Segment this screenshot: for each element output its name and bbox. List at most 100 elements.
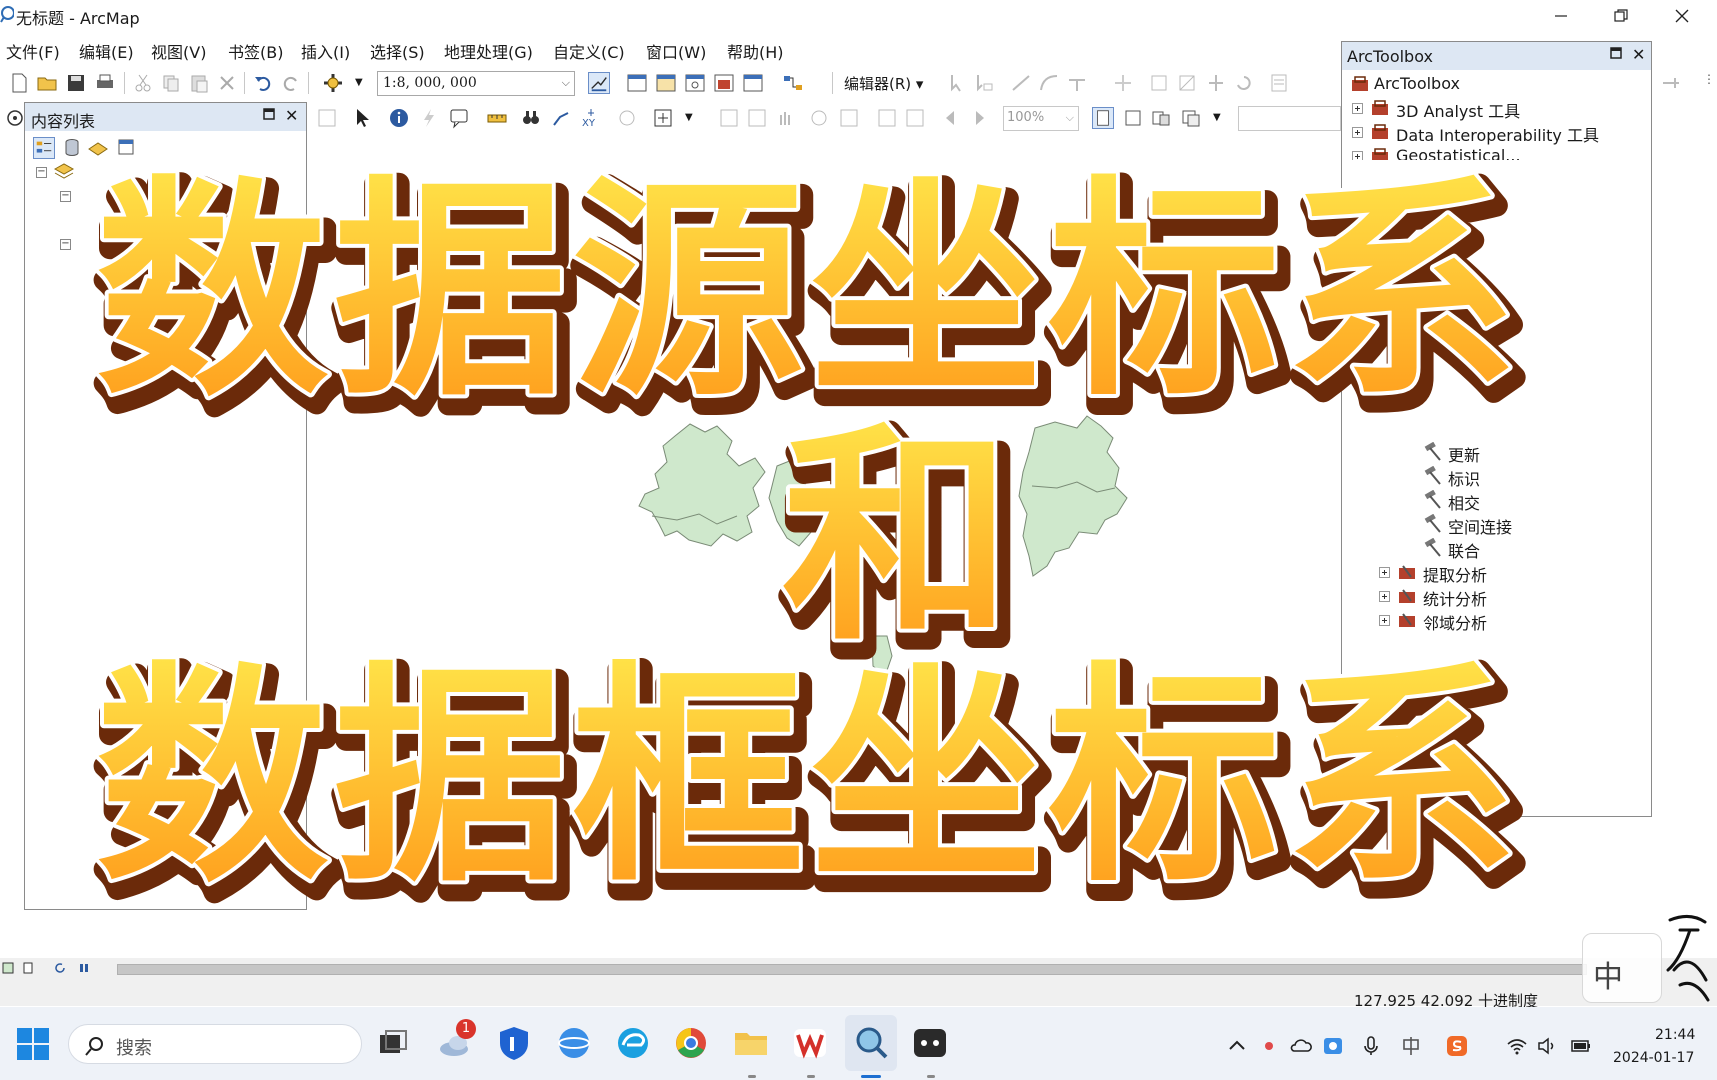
fixed-zoom-out-icon[interactable] bbox=[904, 107, 926, 129]
collapse-legend-button[interactable]: − bbox=[60, 239, 71, 250]
clock-date[interactable]: 2024-01-17 bbox=[1613, 1050, 1694, 1066]
redo-icon[interactable] bbox=[280, 72, 302, 94]
minimize-button[interactable] bbox=[1538, 2, 1584, 30]
change-layout-icon[interactable] bbox=[1150, 107, 1172, 129]
print-icon[interactable] bbox=[94, 72, 116, 94]
search-window-icon[interactable] bbox=[684, 72, 706, 94]
previous-extent-icon[interactable] bbox=[940, 107, 962, 129]
zoom-in-pin-icon[interactable] bbox=[4, 107, 26, 129]
hyperlink-icon[interactable] bbox=[418, 107, 440, 129]
edge-icon[interactable] bbox=[613, 1023, 653, 1063]
tool-intersect[interactable]: 相交 bbox=[1422, 490, 1622, 513]
data-driven-pages-icon[interactable] bbox=[1180, 107, 1202, 129]
file-explorer-icon[interactable] bbox=[731, 1023, 771, 1063]
expand-icon[interactable] bbox=[1352, 103, 1363, 114]
task-view-icon[interactable] bbox=[374, 1023, 414, 1063]
menu-customize[interactable]: 自定义(C) bbox=[553, 39, 625, 63]
input-method-icon[interactable] bbox=[1400, 1035, 1422, 1057]
attributes-icon[interactable] bbox=[1268, 72, 1290, 94]
menu-selection[interactable]: 选择(S) bbox=[370, 39, 425, 63]
app-tray-icon[interactable] bbox=[1322, 1035, 1344, 1057]
arc-segment-icon[interactable] bbox=[1038, 72, 1060, 94]
modelbuilder-icon[interactable] bbox=[782, 72, 804, 94]
add-data-icon[interactable] bbox=[322, 72, 344, 94]
split-icon[interactable] bbox=[1205, 72, 1227, 94]
toolset-statistics[interactable]: 统计分析 bbox=[1379, 586, 1629, 609]
screen-recorder-icon[interactable] bbox=[910, 1023, 950, 1063]
taskbar-search-box[interactable]: 搜索 bbox=[68, 1024, 362, 1064]
wps-icon[interactable] bbox=[790, 1023, 830, 1063]
menu-view[interactable]: 视图(V) bbox=[151, 39, 206, 63]
close-icon[interactable]: ✕ bbox=[1632, 45, 1645, 64]
onedrive-icon[interactable] bbox=[1290, 1035, 1312, 1057]
collapse-layers-button[interactable]: − bbox=[36, 167, 47, 178]
data-view-icon[interactable] bbox=[2, 962, 14, 974]
close-icon[interactable]: ✕ bbox=[285, 106, 298, 125]
select-elements-icon[interactable] bbox=[316, 107, 338, 129]
paste-icon[interactable] bbox=[188, 72, 210, 94]
chevron-up-icon[interactable] bbox=[1226, 1035, 1248, 1057]
measure-icon[interactable] bbox=[486, 107, 508, 129]
zoom-100-icon[interactable] bbox=[838, 107, 860, 129]
html-popup-icon[interactable] bbox=[448, 107, 470, 129]
add-data-dropdown-arrow[interactable]: ▼ bbox=[355, 77, 363, 88]
copy-icon[interactable] bbox=[160, 72, 182, 94]
toc-window-icon[interactable] bbox=[626, 72, 648, 94]
open-folder-icon[interactable] bbox=[36, 72, 58, 94]
editor-menu[interactable]: 编辑器(R) ▾ bbox=[844, 73, 923, 94]
layout-view-icon[interactable] bbox=[22, 962, 34, 974]
list-by-source-icon[interactable] bbox=[61, 137, 83, 159]
tool-union[interactable]: 联合 bbox=[1422, 538, 1622, 561]
expand-icon[interactable] bbox=[1352, 127, 1363, 138]
menu-file[interactable]: 文件(F) bbox=[6, 39, 60, 63]
focus-data-frame-icon[interactable] bbox=[1122, 107, 1144, 129]
toolbar-combo-empty[interactable] bbox=[1238, 106, 1341, 131]
collapse-layer-button[interactable]: − bbox=[60, 191, 71, 202]
toolbox-root-item[interactable]: ArcToolbox bbox=[1350, 74, 1640, 96]
time-slider-icon[interactable] bbox=[616, 107, 638, 129]
menu-insert[interactable]: 插入(I) bbox=[301, 39, 350, 63]
tool-spatial-join[interactable]: 空间连接 bbox=[1422, 514, 1622, 537]
new-document-icon[interactable] bbox=[8, 72, 30, 94]
expand-icon[interactable] bbox=[1379, 591, 1390, 602]
list-by-drawing-order-icon[interactable] bbox=[33, 137, 55, 159]
toolbox-item-3d-analyst[interactable]: 3D Analyst 工具 bbox=[1352, 98, 1642, 121]
layout-zoom-out-icon[interactable] bbox=[746, 107, 768, 129]
chrome-icon[interactable] bbox=[671, 1023, 711, 1063]
toggle-draft-mode-icon[interactable] bbox=[1092, 107, 1114, 129]
save-icon[interactable] bbox=[65, 72, 87, 94]
layout-pan-icon[interactable] bbox=[774, 107, 796, 129]
menu-help[interactable]: 帮助(H) bbox=[727, 39, 784, 63]
microphone-icon[interactable] bbox=[1360, 1035, 1382, 1057]
restore-button[interactable] bbox=[1598, 2, 1644, 30]
tool-identity[interactable]: 标识 bbox=[1422, 466, 1622, 489]
map-scale-combo[interactable]: 1:8, 000, 000 ⌵ bbox=[377, 71, 575, 96]
menu-bookmarks[interactable]: 书签(B) bbox=[228, 39, 283, 63]
trace-icon[interactable] bbox=[1066, 72, 1088, 94]
volume-icon[interactable] bbox=[1536, 1035, 1558, 1057]
wifi-icon[interactable] bbox=[1506, 1035, 1528, 1057]
create-viewer-icon[interactable] bbox=[652, 107, 674, 129]
select-pointer-icon[interactable] bbox=[352, 107, 374, 129]
windows-start-icon[interactable] bbox=[16, 1027, 50, 1061]
layout-zoom-in-icon[interactable] bbox=[718, 107, 740, 129]
float-window-icon[interactable] bbox=[263, 108, 275, 120]
sogou-icon[interactable] bbox=[1446, 1035, 1468, 1057]
identify-icon[interactable] bbox=[388, 107, 410, 129]
edit-tool-icon[interactable] bbox=[946, 72, 968, 94]
edit-annotation-icon[interactable] bbox=[974, 72, 996, 94]
browser-icon[interactable] bbox=[554, 1023, 594, 1063]
layout-dropdown-arrow[interactable]: ▼ bbox=[1213, 112, 1221, 123]
python-window-icon[interactable] bbox=[742, 72, 764, 94]
menu-geoprocessing[interactable]: 地理处理(G) bbox=[444, 39, 533, 63]
refresh-icon[interactable] bbox=[54, 962, 66, 974]
recording-dot-icon[interactable] bbox=[1258, 1035, 1280, 1057]
go-to-xy-icon[interactable]: XY bbox=[580, 107, 602, 129]
straight-segment-icon[interactable] bbox=[1010, 72, 1032, 94]
toolbar-overflow-icon[interactable]: ⋮ bbox=[1703, 72, 1715, 86]
arcmap-taskbar-icon[interactable] bbox=[851, 1023, 891, 1063]
close-button[interactable] bbox=[1659, 2, 1705, 30]
undo-icon[interactable] bbox=[252, 72, 274, 94]
menu-windows[interactable]: 窗口(W) bbox=[646, 39, 706, 63]
next-extent-icon[interactable] bbox=[968, 107, 990, 129]
